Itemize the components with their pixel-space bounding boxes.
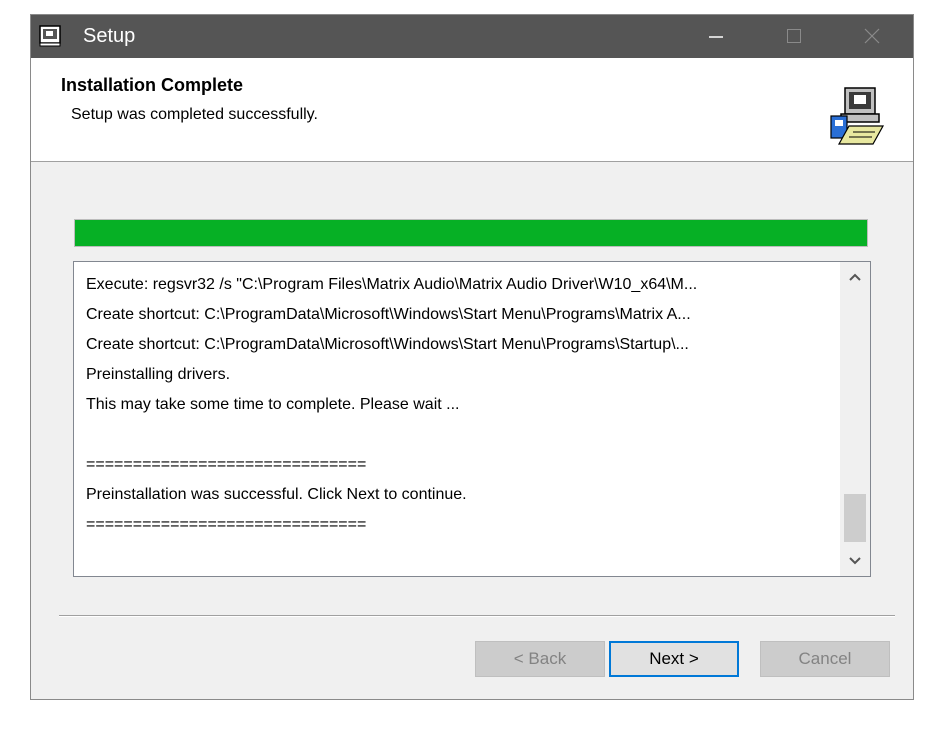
progress-bar-fill <box>75 220 867 246</box>
back-button[interactable]: < Back <box>475 641 605 677</box>
footer-divider <box>59 615 895 617</box>
setup-window: Setup Installation Complete Setup was co… <box>30 14 914 700</box>
scroll-down-button[interactable] <box>840 546 870 576</box>
minimize-button[interactable] <box>693 15 739 58</box>
cancel-button[interactable]: Cancel <box>760 641 890 677</box>
minimize-icon <box>709 36 723 38</box>
page-heading: Installation Complete <box>61 75 244 95</box>
log-line: Create shortcut: C:\ProgramData\Microsof… <box>86 336 689 353</box>
log-scrollbar[interactable] <box>840 262 870 576</box>
installer-computer-icon <box>830 87 885 145</box>
scroll-up-button[interactable] <box>840 262 870 292</box>
setup-app-icon <box>39 25 61 47</box>
wizard-header: Installation Complete Setup was complete… <box>31 58 913 162</box>
maximize-icon <box>787 29 801 43</box>
install-log-list[interactable]: Execute: regsvr32 /s "C:\Program Files\M… <box>73 261 871 577</box>
log-line: ============================== <box>86 516 367 533</box>
log-line: Preinstallation was successful. Click Ne… <box>86 486 467 503</box>
page-subheading: Setup was completed successfully. <box>71 106 318 123</box>
log-line: Execute: regsvr32 /s "C:\Program Files\M… <box>86 276 698 293</box>
chevron-down-icon <box>849 557 861 565</box>
log-line: This may take some time to complete. Ple… <box>86 396 460 413</box>
title-bar[interactable]: Setup <box>31 15 913 58</box>
progress-bar <box>74 219 868 247</box>
chevron-up-icon <box>849 273 861 281</box>
close-icon <box>864 28 880 44</box>
close-button[interactable] <box>849 15 895 58</box>
scrollbar-thumb[interactable] <box>844 494 866 542</box>
log-line: Create shortcut: C:\ProgramData\Microsof… <box>86 306 691 323</box>
install-log-lines: Execute: regsvr32 /s "C:\Program Files\M… <box>86 270 836 540</box>
next-button[interactable]: Next > <box>609 641 739 677</box>
maximize-button[interactable] <box>771 15 817 58</box>
window-title: Setup <box>83 25 136 47</box>
log-line: ============================== <box>86 456 367 473</box>
log-line: Preinstalling drivers. <box>86 366 231 383</box>
